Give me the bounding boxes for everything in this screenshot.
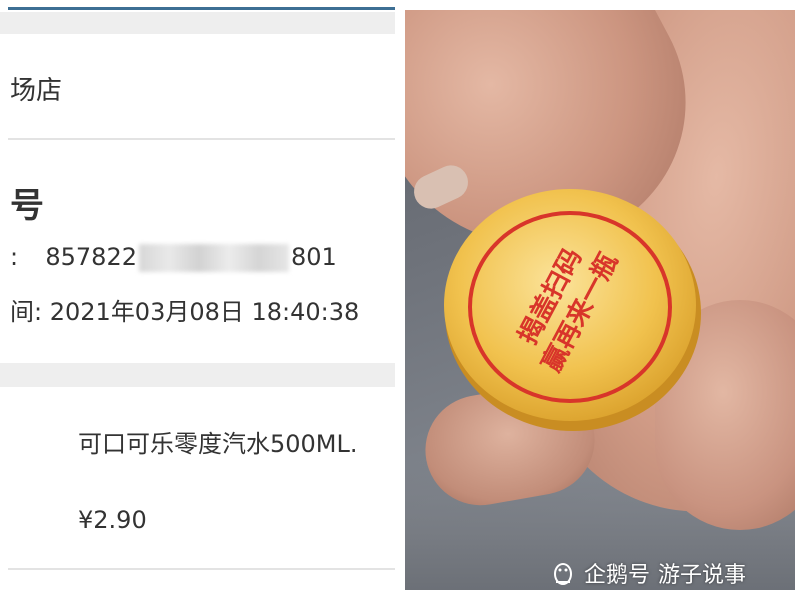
bottle-cap-photo: 揭盖扫码 赢再来一瓶 — [405, 10, 795, 590]
watermark-platform: 企鹅号 — [584, 563, 651, 588]
product-name: 可口可乐零度汽水500ML. — [78, 430, 358, 458]
store-name: 场店 — [10, 76, 63, 106]
section-divider-band — [0, 12, 395, 34]
divider — [8, 138, 395, 140]
order-code-row: : 857822 801 — [10, 243, 337, 272]
section-divider-band — [0, 363, 395, 387]
divider — [8, 568, 395, 570]
order-time-row: 间: 2021年03月08日 18:40:38 — [10, 292, 359, 327]
watermark-account: 游子说事 — [658, 563, 747, 588]
product-price: ¥2.90 — [78, 506, 147, 534]
receipt-screenshot: 场店 号 : 857822 801 间: 2021年03月08日 18:40:38… — [0, 0, 400, 600]
order-code-prefix: 857822 — [45, 243, 137, 271]
order-time-label: 间: — [10, 298, 43, 326]
penguin-logo-icon — [554, 563, 572, 585]
order-code-suffix: 801 — [291, 243, 337, 271]
order-code-label: : — [10, 243, 19, 271]
watermark: 企鹅号 游子说事 — [550, 557, 746, 589]
order-code-heading: 号 — [10, 186, 44, 226]
order-time-value: 2021年03月08日 18:40:38 — [49, 298, 360, 326]
redacted-blur — [139, 244, 289, 272]
header-accent-line — [8, 7, 395, 10]
bottle-cap: 揭盖扫码 赢再来一瓶 — [444, 189, 701, 431]
